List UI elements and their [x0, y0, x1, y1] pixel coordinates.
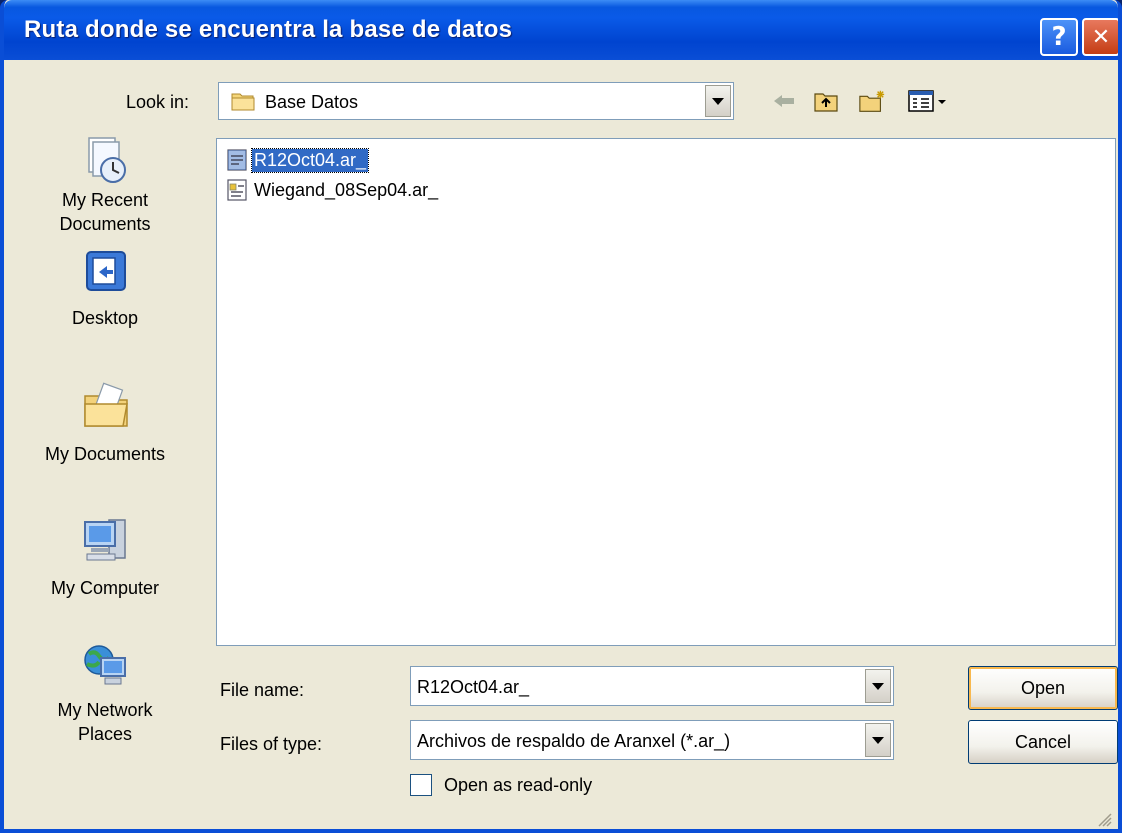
file-type-value: Archivos de respaldo de Aranxel (*.ar_)	[417, 731, 731, 751]
place-label: My Recent	[61, 190, 149, 210]
dialog-title: Ruta donde se encuentra la base de datos	[24, 16, 513, 43]
cancel-button[interactable]: Cancel	[968, 720, 1118, 764]
file-name-value: R12Oct04.ar_	[417, 677, 530, 697]
file-type-label: Files of type:	[220, 734, 323, 754]
place-label: My Documents	[44, 444, 166, 464]
place-label: Desktop	[71, 308, 139, 328]
look-in-dropdown-button[interactable]	[705, 85, 731, 117]
place-label: Places	[77, 724, 133, 744]
file-name-label: File name:	[220, 680, 305, 700]
file-type-dropdown-button[interactable]	[865, 723, 891, 757]
place-label: My Network	[57, 700, 153, 720]
recent-documents-icon	[88, 137, 126, 183]
read-only-option[interactable]: Open as read-only	[410, 774, 592, 796]
new-folder-icon	[859, 90, 885, 112]
look-in-label: Look in:	[126, 92, 190, 112]
place-label: My Computer	[50, 578, 160, 598]
create-new-folder-button[interactable]	[858, 88, 886, 114]
back-arrow-icon	[774, 95, 794, 107]
place-label: Documents	[59, 214, 151, 234]
resize-grip-icon[interactable]	[1094, 809, 1112, 827]
file-name-input[interactable]: R12Oct04.ar_	[410, 666, 894, 706]
look-in-dropdown[interactable]: Base Datos	[218, 82, 734, 120]
look-in-value: Base Datos	[265, 92, 359, 112]
title-bar[interactable]: Ruta donde se encuentra la base de datos…	[4, 0, 1118, 60]
read-only-checkbox[interactable]	[410, 774, 432, 796]
file-item[interactable]: R12Oct04.ar_	[225, 147, 370, 173]
up-folder-icon	[814, 93, 838, 112]
file-name: Wiegand_08Sep04.ar_	[254, 179, 439, 200]
chevron-down-icon	[872, 682, 884, 690]
chevron-down-icon	[712, 97, 724, 105]
view-menu-icon	[908, 90, 946, 112]
file-icon	[227, 179, 247, 201]
file-name-dropdown-button[interactable]	[865, 669, 891, 703]
network-places-icon	[84, 645, 126, 685]
open-button[interactable]: Open	[968, 666, 1118, 710]
view-menu-button[interactable]	[906, 88, 950, 114]
help-icon: ?	[1051, 22, 1067, 52]
desktop-icon	[86, 251, 126, 291]
close-button[interactable]: ✕	[1082, 18, 1118, 56]
places-bar: My Recent Documents Desktop My Documents	[10, 132, 200, 822]
file-list[interactable]: R12Oct04.ar_ Wiegand_08Sep04.ar_	[216, 138, 1116, 646]
file-icon	[227, 149, 247, 171]
close-icon: ✕	[1091, 24, 1111, 50]
my-computer-icon	[84, 519, 126, 561]
file-item[interactable]: Wiegand_08Sep04.ar_	[225, 177, 440, 203]
my-documents-icon	[84, 382, 128, 427]
help-button[interactable]: ?	[1040, 18, 1078, 56]
read-only-label: Open as read-only	[444, 774, 593, 795]
folder-icon	[231, 93, 255, 111]
up-one-level-button[interactable]	[812, 88, 840, 114]
file-name: R12Oct04.ar_	[250, 147, 370, 173]
file-type-dropdown[interactable]: Archivos de respaldo de Aranxel (*.ar_)	[410, 720, 894, 760]
dialog-body: Look in: Base Datos My Recent Documents …	[4, 60, 1118, 829]
chevron-down-icon	[872, 736, 884, 744]
back-button[interactable]	[770, 88, 798, 114]
open-file-dialog: Ruta donde se encuentra la base de datos…	[0, 0, 1122, 833]
